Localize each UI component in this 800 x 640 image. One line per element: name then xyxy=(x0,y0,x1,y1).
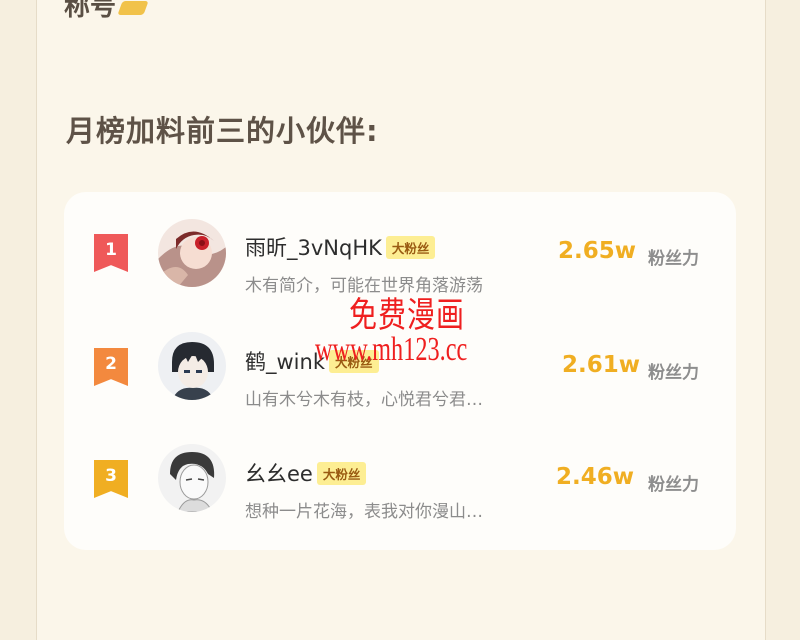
ranking-row-1[interactable]: 1 雨昕_3vNqHK 大粉丝 木有简介，可能在世界角落游荡 2.65w 粉丝力 xyxy=(64,202,736,302)
decoration-icon xyxy=(117,1,149,15)
anime-girl-red-flower-icon xyxy=(158,219,226,287)
anime-boy-dark-hair-icon xyxy=(158,332,226,400)
rank-1-icon: 1 xyxy=(94,234,128,272)
ranking-row-2[interactable]: 2 鹤_wink 大粉丝 山有木兮木有枝，心悦君兮君… 2.61w 粉丝力 xyxy=(64,316,736,416)
previous-section-fragment: 称号 xyxy=(64,0,149,23)
user-name[interactable]: 雨昕_3vNqHK xyxy=(245,232,382,262)
fan-power-score: 2.46w xyxy=(556,464,634,490)
fan-level-badge: 大粉丝 xyxy=(316,461,367,485)
rank-3-icon: 3 xyxy=(94,460,128,498)
avatar-3[interactable] xyxy=(158,444,226,512)
fan-level-badge: 大粉丝 xyxy=(328,349,379,373)
ranking-row-3[interactable]: 3 幺幺ee 大粉丝 想种一片花海，表我对你漫山… 2.46w 粉丝力 xyxy=(64,428,736,528)
fan-level-badge: 大粉丝 xyxy=(385,235,436,259)
rank-2-icon: 2 xyxy=(94,348,128,386)
fan-power-label: 粉丝力 xyxy=(648,249,699,269)
ranking-card: 1 雨昕_3vNqHK 大粉丝 木有简介，可能在世界角落游荡 2.65w 粉丝力… xyxy=(64,192,736,550)
user-bio: 想种一片花海，表我对你漫山… xyxy=(245,502,483,522)
user-bio: 木有简介，可能在世界角落游荡 xyxy=(245,276,483,296)
sketch-boy-icon xyxy=(158,444,226,512)
user-bio: 山有木兮木有枝，心悦君兮君… xyxy=(245,390,483,410)
fan-power-label: 粉丝力 xyxy=(648,363,699,383)
avatar-2[interactable] xyxy=(158,332,226,400)
avatar-1[interactable] xyxy=(158,219,226,287)
fan-power-score: 2.61w xyxy=(562,352,640,378)
user-name[interactable]: 幺幺ee xyxy=(245,458,313,488)
user-name[interactable]: 鹤_wink xyxy=(245,346,325,376)
fan-power-score: 2.65w xyxy=(558,238,636,264)
fan-power-label: 粉丝力 xyxy=(648,475,699,495)
section-heading: 月榜加料前三的小伙伴: xyxy=(66,114,379,148)
